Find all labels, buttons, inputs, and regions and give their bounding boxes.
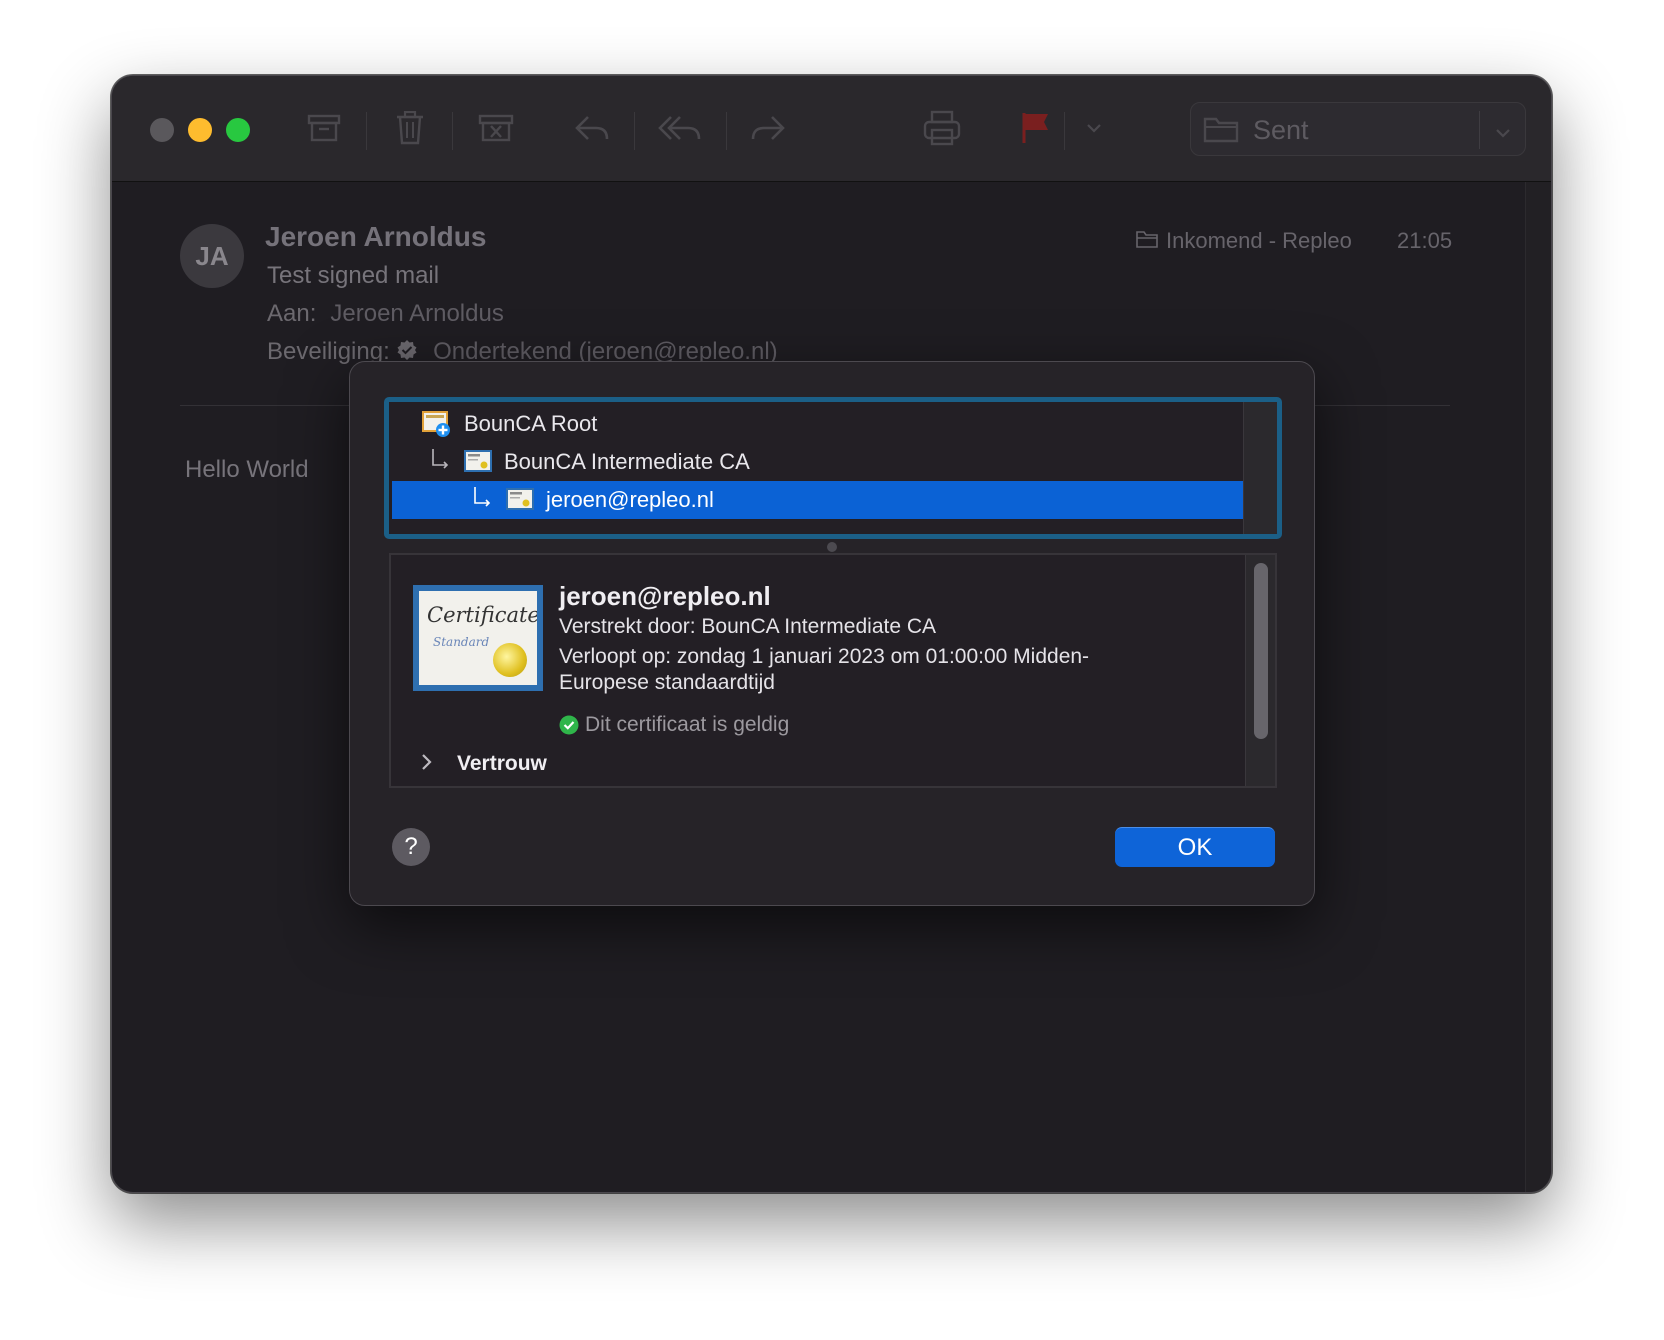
branch-connector-icon — [430, 448, 452, 476]
reply-all-icon[interactable] — [658, 106, 702, 150]
chain-item-label: BounCA Intermediate CA — [504, 449, 750, 474]
close-window-button[interactable] — [150, 118, 174, 142]
trust-disclosure[interactable]: Vertrouw — [421, 751, 547, 777]
mailbox-label: Sent — [1253, 115, 1309, 145]
ok-button[interactable]: OK — [1115, 827, 1275, 867]
mailbox-divider — [1479, 111, 1480, 149]
certificate-details: Certificate Standard jeroen@repleo.nl Ve… — [389, 553, 1277, 788]
issuer-text: Verstrekt door: BounCA Intermediate CA — [559, 615, 937, 638]
flag-icon[interactable] — [1014, 106, 1058, 150]
certificate-image-paper: Certificate Standard — [419, 591, 537, 685]
folder-icon — [1203, 115, 1239, 148]
details-scroll-thumb[interactable] — [1254, 563, 1268, 739]
expiry-text-line-2: Europese standaardtijd — [559, 671, 775, 694]
sender-name: Jeroen Arnoldus — [265, 221, 487, 252]
details-scrollbar[interactable] — [1245, 555, 1275, 786]
help-button[interactable]: ? — [392, 828, 430, 866]
message-subject: Test signed mail — [267, 262, 440, 289]
chevron-right-icon[interactable] — [421, 751, 457, 777]
avatar: JA — [180, 224, 244, 288]
message-scrollbar[interactable] — [1525, 182, 1551, 1192]
forward-icon[interactable] — [746, 106, 790, 150]
chain-item-label: BounCA Root — [464, 411, 598, 436]
certificate-image-title: Certificate — [427, 603, 537, 627]
chain-item-intermediate[interactable]: BounCA Intermediate CA — [392, 443, 1246, 481]
certificate-image: Certificate Standard — [413, 585, 543, 691]
recipient-row: Aan: Jeroen Arnoldus — [267, 300, 504, 328]
mailbox-chevron-icon[interactable] — [1495, 125, 1511, 143]
chain-item-label: jeroen@repleo.nl — [546, 487, 714, 512]
toolbar: Sent — [112, 76, 1551, 182]
trash-icon[interactable] — [388, 106, 432, 150]
message-time: 21:05 — [1397, 228, 1453, 253]
certificate-icon — [464, 450, 492, 474]
toolbar-divider — [726, 112, 727, 150]
chain-item-root[interactable]: BounCA Root — [392, 405, 1246, 443]
toolbar-divider — [452, 112, 453, 150]
mailbox-info: Inkomend - Repleo — [1136, 228, 1352, 254]
chain-list-scrollbar[interactable] — [1243, 402, 1277, 534]
expiry-text-line-1: Verloopt op: zondag 1 januari 2023 om 01… — [559, 645, 1090, 668]
archive-icon[interactable] — [302, 106, 346, 150]
validity-status: Dit certificaat is geldig — [559, 713, 789, 737]
print-icon[interactable] — [920, 106, 964, 150]
junk-icon[interactable] — [474, 106, 518, 150]
message-body: Hello World — [185, 456, 309, 483]
root-certificate-icon — [422, 410, 452, 438]
certificate-name: jeroen@repleo.nl — [559, 581, 771, 611]
branch-connector-icon — [472, 486, 494, 514]
certificate-image-subtitle: Standard — [433, 635, 490, 649]
toolbar-divider — [634, 112, 635, 150]
certificate-seal-icon — [493, 643, 527, 677]
zoom-window-button[interactable] — [226, 118, 250, 142]
mailbox-name: Inkomend - Repleo — [1166, 228, 1352, 253]
certificate-chain-list[interactable]: BounCA Root BounCA Intermediate CA jeroe… — [384, 397, 1282, 539]
recipient-label: Aan: — [267, 300, 317, 327]
flag-menu-chevron-icon[interactable] — [1072, 106, 1116, 150]
recipient-value[interactable]: Jeroen Arnoldus — [330, 300, 503, 327]
valid-check-icon — [559, 715, 579, 735]
folder-icon — [1136, 228, 1158, 254]
certificate-icon — [506, 488, 534, 512]
split-view-handle[interactable] — [827, 542, 837, 552]
move-to-mailbox-control[interactable]: Sent — [1190, 102, 1526, 156]
chain-item-leaf[interactable]: jeroen@repleo.nl — [392, 481, 1246, 519]
minimize-window-button[interactable] — [188, 118, 212, 142]
reply-icon[interactable] — [570, 106, 614, 150]
toolbar-divider — [366, 112, 367, 150]
toolbar-divider — [1064, 112, 1065, 150]
trust-label: Vertrouw — [457, 752, 547, 775]
validity-text: Dit certificaat is geldig — [585, 713, 790, 736]
certificate-sheet: BounCA Root BounCA Intermediate CA jeroe… — [349, 361, 1315, 906]
